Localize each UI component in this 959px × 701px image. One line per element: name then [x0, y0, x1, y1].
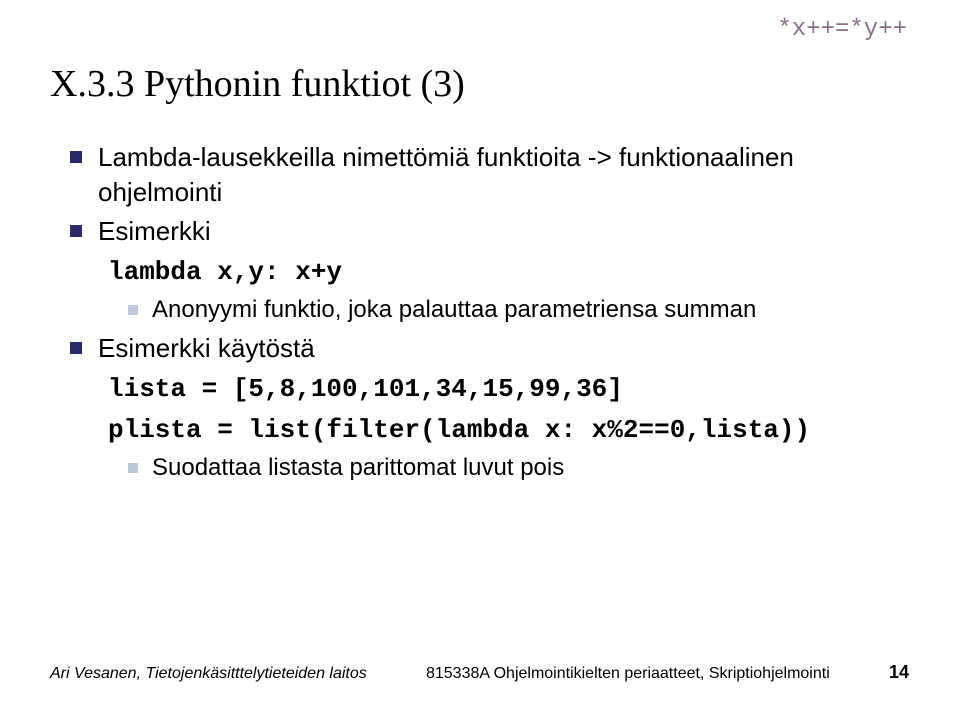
square-bullet-icon [128, 463, 138, 473]
slide-title: X.3.3 Pythonin funktiot (3) [50, 62, 909, 106]
footer-author: Ari Vesanen, Tietojenkäsitttelytieteiden… [50, 665, 367, 683]
code-text: lista = [5,8,100,101,34,15,99,36] [108, 374, 623, 404]
code-text: plista = list(filter(lambda x: x%2==0,li… [108, 415, 810, 445]
sub-bullet-item: Suodattaa listasta parittomat luvut pois [70, 452, 909, 484]
corner-code-snippet: *x++=*y++ [777, 16, 907, 43]
bullet-text: Esimerkki [98, 214, 909, 249]
slide: *x++=*y++ X.3.3 Pythonin funktiot (3) La… [0, 0, 959, 701]
square-bullet-icon [70, 151, 82, 163]
bullet-text: Lambda-lausekkeilla nimettömiä funktioit… [98, 140, 909, 210]
code-text: lambda x,y: x+y [108, 257, 342, 287]
slide-footer: Ari Vesanen, Tietojenkäsitttelytieteiden… [0, 662, 959, 683]
sub-bullet-item: Anonyymi funktio, joka palauttaa paramet… [70, 294, 909, 326]
code-line: plista = list(filter(lambda x: x%2==0,li… [70, 411, 909, 448]
bullet-item: Esimerkki [70, 214, 909, 249]
square-bullet-icon [70, 342, 82, 354]
square-bullet-icon [128, 305, 138, 315]
bullet-text: Esimerkki käytöstä [98, 331, 909, 366]
footer-page-number: 14 [889, 662, 909, 683]
slide-content: Lambda-lausekkeilla nimettömiä funktioit… [50, 140, 909, 484]
footer-course: 815338A Ohjelmointikielten periaatteet, … [367, 665, 889, 683]
sub-bullet-text: Anonyymi funktio, joka palauttaa paramet… [152, 294, 756, 326]
code-line: lambda x,y: x+y [70, 253, 909, 290]
code-line: lista = [5,8,100,101,34,15,99,36] [70, 370, 909, 407]
bullet-item: Esimerkki käytöstä [70, 331, 909, 366]
sub-bullet-text: Suodattaa listasta parittomat luvut pois [152, 452, 564, 484]
bullet-item: Lambda-lausekkeilla nimettömiä funktioit… [70, 140, 909, 210]
square-bullet-icon [70, 225, 82, 237]
